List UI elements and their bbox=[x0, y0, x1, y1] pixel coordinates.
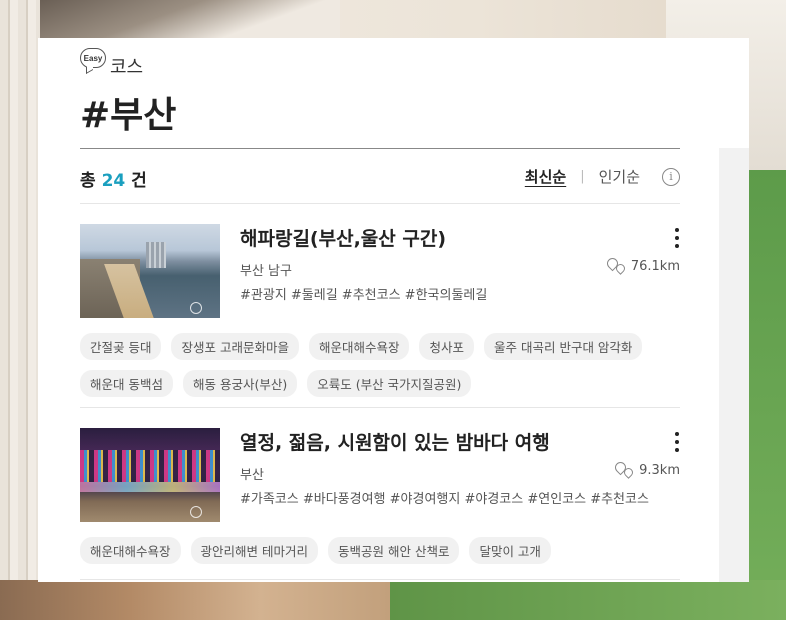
course-distance: 76.1km bbox=[607, 258, 680, 274]
course-region: 부산 남구 bbox=[240, 264, 292, 279]
scrollbar-track[interactable] bbox=[719, 148, 749, 582]
spot-tag-list: 해운대해수욕장 광안리해변 테마거리 동백공원 해안 산책로 달맞이 고개 bbox=[80, 537, 680, 564]
more-options-icon[interactable] bbox=[674, 432, 680, 452]
result-toolbar: 총 24 건 최신순 | 인기순 i bbox=[80, 164, 680, 192]
course-distance-value: 76.1km bbox=[630, 258, 680, 274]
location-pin-icon bbox=[615, 462, 633, 478]
course-thumbnail[interactable] bbox=[80, 428, 220, 522]
course-title[interactable]: 열정, 젊음, 시원함이 있는 밤바다 여행 bbox=[240, 428, 550, 455]
page-title: #부산 bbox=[80, 95, 177, 136]
course-title[interactable]: 해파랑길(부산,울산 구간) bbox=[240, 224, 446, 251]
spot-tag[interactable]: 장생포 고래문화마을 bbox=[171, 333, 299, 360]
background-wood bbox=[0, 580, 390, 620]
sort-separator: | bbox=[580, 169, 585, 184]
spot-tag[interactable]: 해운대해수욕장 bbox=[308, 333, 410, 360]
course-label: 코스 bbox=[110, 57, 144, 78]
thumbnail-shore bbox=[80, 482, 220, 492]
course-hashtags: #관광지 #둘레길 #추천코스 #한국의둘레길 bbox=[240, 288, 488, 303]
background-roof bbox=[40, 0, 340, 40]
spot-tag[interactable]: 청사포 bbox=[419, 333, 474, 360]
sort-options: 최신순 | 인기순 i bbox=[525, 166, 680, 187]
thumbnail-towers bbox=[146, 242, 166, 268]
background-grass-bottom bbox=[390, 580, 786, 620]
spot-tag[interactable]: 광안리해변 테마거리 bbox=[190, 537, 318, 564]
location-pin-icon bbox=[607, 258, 625, 274]
spot-tag-list: 간절곶 등대 장생포 고래문화마을 해운대해수욕장 청사포 울주 대곡리 반구대… bbox=[80, 333, 680, 397]
toolbar-divider bbox=[80, 203, 680, 204]
watermark-icon bbox=[190, 506, 202, 518]
info-icon[interactable]: i bbox=[662, 167, 680, 186]
background-railing bbox=[0, 0, 40, 620]
spot-tag[interactable]: 해운대해수욕장 bbox=[80, 537, 181, 564]
result-count-number: 24 bbox=[101, 171, 126, 191]
more-options-icon[interactable] bbox=[674, 228, 680, 248]
spot-tag[interactable]: 동백공원 해안 산책로 bbox=[328, 537, 460, 564]
result-count-prefix: 총 bbox=[80, 171, 96, 191]
spot-tag[interactable]: 해운대 동백섬 bbox=[80, 370, 173, 397]
result-count: 총 24 건 bbox=[80, 166, 147, 191]
spot-tag[interactable]: 오륙도 (부산 국가지질공원) bbox=[307, 370, 472, 397]
sort-latest-button[interactable]: 최신순 bbox=[525, 166, 566, 187]
course-distance-value: 9.3km bbox=[639, 462, 680, 478]
item-divider bbox=[80, 579, 680, 580]
watermark-icon bbox=[190, 302, 202, 314]
thumbnail-night-lights bbox=[80, 450, 220, 482]
course-list-item[interactable]: 열정, 젊음, 시원함이 있는 밤바다 여행 부산 9.3km #가족코스 #바… bbox=[80, 428, 680, 568]
course-hashtags: #가족코스 #바다풍경여행 #야경여행지 #야경코스 #연인코스 #추천코스 bbox=[240, 492, 649, 507]
course-list-item[interactable]: 해파랑길(부산,울산 구간) 부산 남구 76.1km #관광지 #둘레길 #추… bbox=[80, 224, 680, 397]
spot-tag[interactable]: 울주 대곡리 반구대 암각화 bbox=[484, 333, 643, 360]
spot-tag[interactable]: 달맞이 고개 bbox=[469, 537, 551, 564]
course-panel: Easy 코스 #부산 총 24 건 최신순 | 인기순 i 해파랑길(부산,울… bbox=[38, 38, 749, 582]
easy-badge-icon: Easy bbox=[80, 48, 106, 68]
course-distance: 9.3km bbox=[615, 462, 680, 478]
result-count-suffix: 건 bbox=[131, 171, 147, 191]
item-divider bbox=[80, 407, 680, 408]
sort-popular-button[interactable]: 인기순 bbox=[599, 166, 640, 187]
spot-tag[interactable]: 간절곶 등대 bbox=[80, 333, 162, 360]
header-divider bbox=[80, 148, 680, 149]
spot-tag[interactable]: 해동 용궁사(부산) bbox=[182, 370, 298, 397]
course-region: 부산 bbox=[240, 468, 264, 483]
course-thumbnail[interactable] bbox=[80, 224, 220, 318]
